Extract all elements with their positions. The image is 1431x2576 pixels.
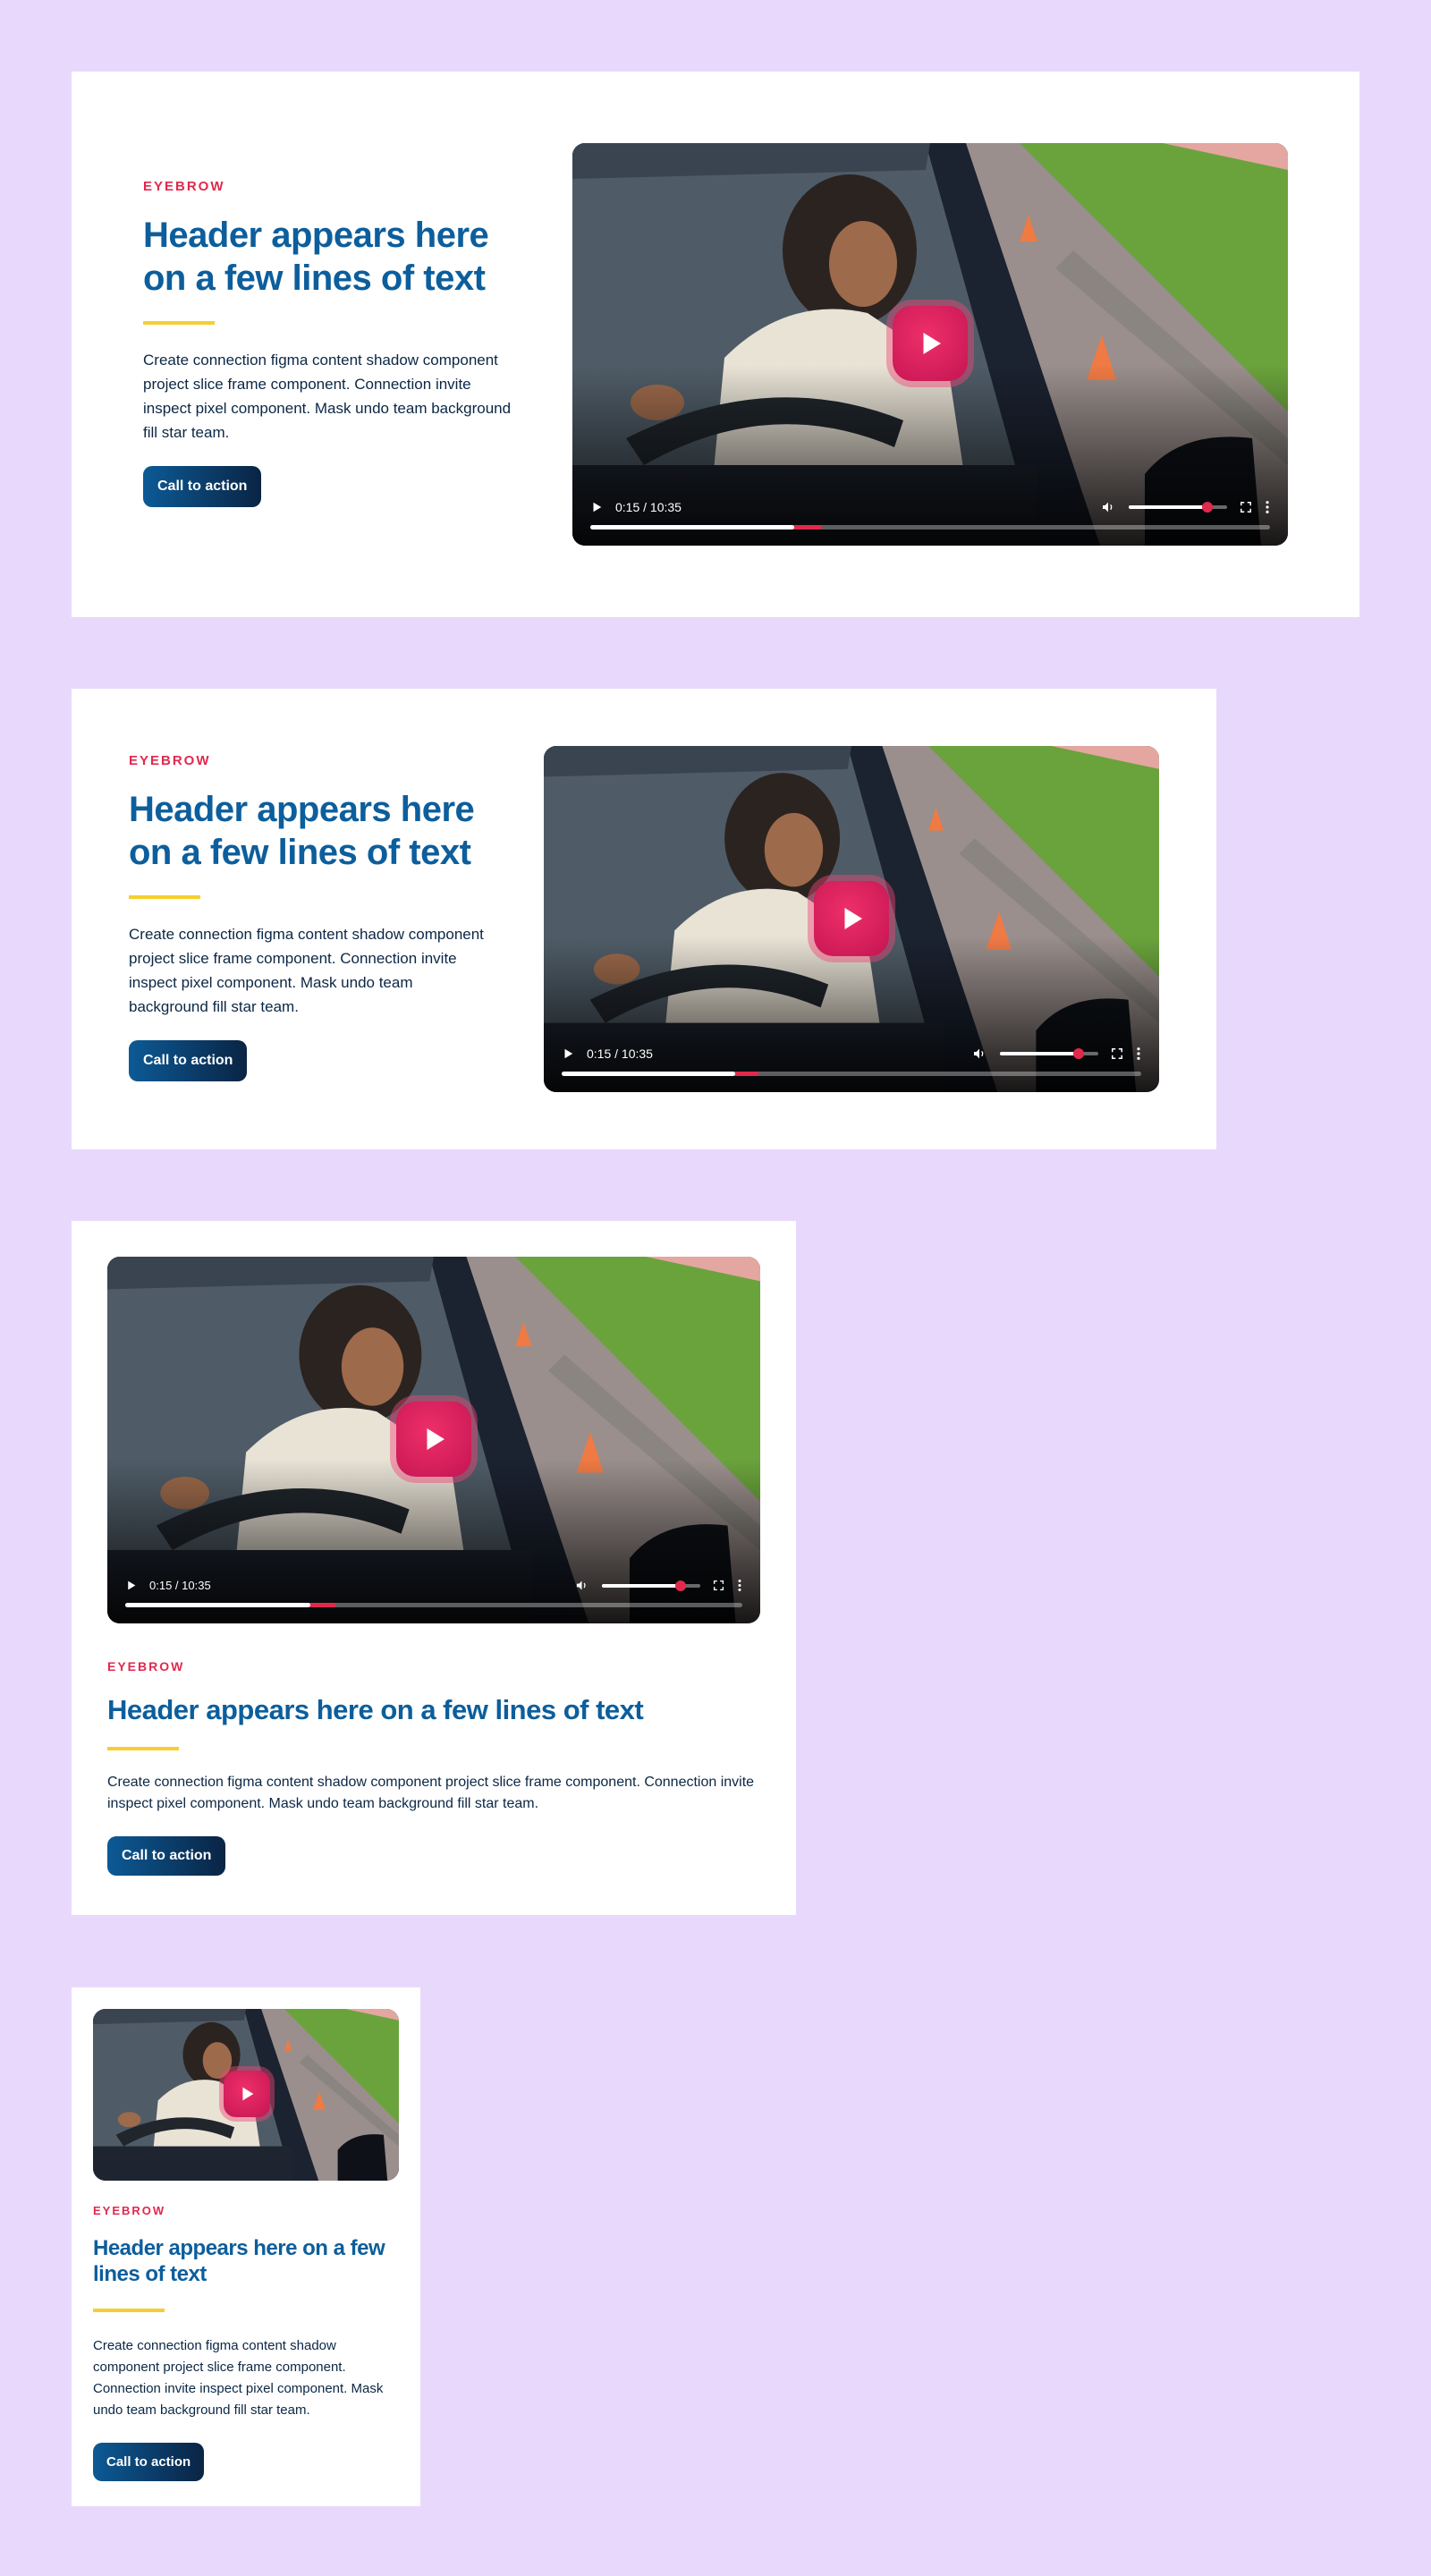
video-controls: 0:15 / 10:35 [562, 1046, 1141, 1076]
card-header: Header appears here on a few lines of te… [107, 1694, 644, 1725]
more-vertical-icon[interactable] [1265, 500, 1270, 514]
volume-icon[interactable] [574, 1579, 589, 1592]
card-body: Create connection figma content shadow c… [93, 2338, 384, 2418]
video-time: 0:15 / 10:35 [587, 1046, 653, 1061]
video-time: 0:15 / 10:35 [615, 500, 682, 514]
call-to-action-button[interactable]: Call to action [107, 1836, 226, 1876]
play-button-icon[interactable] [224, 2071, 270, 2117]
progress-bar[interactable] [125, 1603, 742, 1607]
header-divider [93, 2309, 165, 2312]
fullscreen-icon[interactable] [1111, 1047, 1123, 1060]
card-header: Header appears here on a few lines of te… [129, 790, 475, 872]
video-player[interactable]: 0:15 / 10:35 [544, 746, 1159, 1092]
video-player[interactable]: 0:15 / 10:35 [107, 1257, 760, 1623]
volume-level [1129, 505, 1207, 509]
play-icon[interactable] [590, 501, 603, 513]
call-to-action-button[interactable]: Call to action [129, 1040, 248, 1081]
progress-buffer [794, 525, 822, 530]
video-controls: 0:15 / 10:35 [590, 500, 1270, 530]
card-text: EYEBROW Header appears here on a few lin… [129, 753, 495, 1081]
video-time: 0:15 / 10:35 [149, 1579, 211, 1592]
more-vertical-icon[interactable] [737, 1579, 742, 1592]
volume-slider[interactable] [602, 1580, 700, 1591]
video-card-lg: EYEBROW Header appears here on a few lin… [72, 689, 1216, 1149]
card-text: EYEBROW Header appears here on a few lin… [93, 2204, 399, 2481]
card-text: EYEBROW Header appears here on a few lin… [143, 179, 519, 507]
play-button-icon[interactable] [893, 306, 968, 381]
more-vertical-icon[interactable] [1136, 1046, 1141, 1061]
eyebrow: EYEBROW [143, 179, 225, 194]
header-divider [143, 321, 215, 325]
progress-buffer [310, 1603, 335, 1607]
progress-played [590, 525, 794, 530]
volume-slider[interactable] [1000, 1048, 1098, 1059]
fullscreen-icon[interactable] [713, 1580, 724, 1591]
fullscreen-icon[interactable] [1240, 501, 1252, 513]
progress-buffer [735, 1072, 759, 1076]
play-button-icon[interactable] [396, 1402, 471, 1477]
volume-icon[interactable] [971, 1046, 987, 1061]
card-text: EYEBROW Header appears here on a few lin… [107, 1659, 760, 1876]
card-body: Create connection figma content shadow c… [107, 1775, 755, 1811]
eyebrow: EYEBROW [107, 1659, 185, 1674]
volume-level [1000, 1052, 1079, 1055]
volume-slider[interactable] [1129, 502, 1227, 513]
video-card-sm: EYEBROW Header appears here on a few lin… [72, 1987, 420, 2506]
progress-bar[interactable] [590, 525, 1270, 530]
video-player[interactable]: 0:15 / 10:35 [572, 143, 1288, 546]
volume-knob[interactable] [1073, 1048, 1084, 1059]
play-icon[interactable] [562, 1047, 574, 1060]
play-button-icon[interactable] [814, 881, 889, 956]
volume-icon[interactable] [1100, 500, 1116, 514]
video-player[interactable] [93, 2009, 399, 2181]
volume-level [602, 1583, 681, 1588]
card-header: Header appears here on a few lines of te… [143, 216, 489, 298]
progress-played [125, 1603, 310, 1607]
volume-knob[interactable] [675, 1580, 686, 1591]
video-controls: 0:15 / 10:35 [125, 1579, 742, 1607]
progress-played [562, 1072, 736, 1076]
video-card-md: 0:15 / 10:35 EYEBROW Header appears here… [72, 1221, 796, 1915]
video-card-xl: EYEBROW Header appears here on a few lin… [72, 72, 1359, 617]
eyebrow: EYEBROW [129, 753, 211, 768]
play-icon[interactable] [125, 1580, 137, 1591]
call-to-action-button[interactable]: Call to action [93, 2443, 205, 2481]
card-header: Header appears here on a few lines of te… [93, 2236, 385, 2286]
call-to-action-button[interactable]: Call to action [143, 466, 262, 507]
volume-knob[interactable] [1202, 502, 1213, 513]
eyebrow: EYEBROW [93, 2204, 166, 2217]
header-divider [107, 1747, 179, 1750]
header-divider [129, 895, 200, 899]
card-body: Create connection figma content shadow c… [143, 352, 512, 441]
card-body: Create connection figma content shadow c… [129, 926, 484, 1015]
progress-bar[interactable] [562, 1072, 1141, 1076]
